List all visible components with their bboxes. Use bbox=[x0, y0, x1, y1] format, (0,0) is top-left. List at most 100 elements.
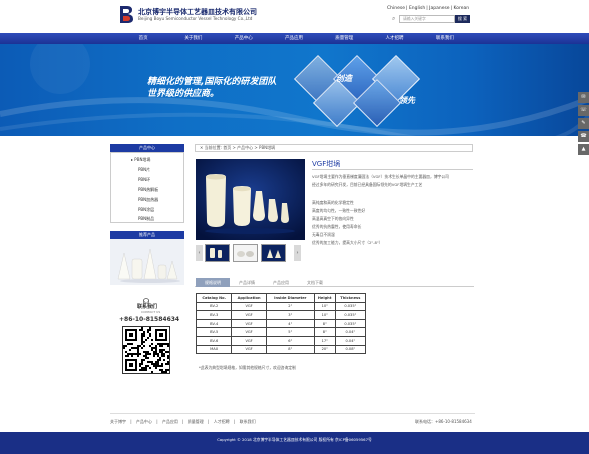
table-cell: 5" bbox=[265, 327, 315, 337]
category-item[interactable]: PBN环 bbox=[138, 177, 150, 183]
search-button[interactable]: 搜 索 bbox=[455, 15, 470, 23]
table-cell: VGF bbox=[231, 344, 267, 355]
table-cell: BV-6 bbox=[195, 335, 233, 346]
footer-link[interactable]: 人才招聘 bbox=[214, 419, 230, 424]
table-cell: 8" bbox=[313, 327, 336, 337]
category-item[interactable]: PBN涂层 bbox=[138, 207, 154, 213]
product-desc-line: 经过多年的研究开发，目前已经具备国际领先的VGF坩埚生产工艺 bbox=[312, 182, 423, 187]
footer-divider bbox=[110, 413, 475, 414]
table-cell: 6" bbox=[265, 335, 315, 346]
contact-title: 联系我们 bbox=[137, 304, 158, 310]
footer-phone: 联系电话：+86-10-81584634 bbox=[415, 419, 472, 424]
table-cell: 17" bbox=[313, 335, 336, 346]
table-cell: 20" bbox=[313, 344, 336, 355]
table-cell: 3" bbox=[265, 310, 315, 320]
table-row: BV-2 VGF 2" 10" 0.035" bbox=[195, 301, 367, 312]
message-icon[interactable]: ✉ bbox=[578, 92, 589, 103]
contact-phone: +86-10-81584634 bbox=[119, 316, 180, 323]
product-thumbnail[interactable] bbox=[205, 244, 230, 262]
breadcrumb: ✕ 当前位置: 首页 > 产品中心 > PBN坩埚 bbox=[195, 144, 473, 152]
table-cell: 0.04" bbox=[334, 335, 367, 346]
footer-link[interactable]: 联系我们 bbox=[240, 419, 256, 424]
tab-downloads[interactable]: 文档下载 bbox=[298, 278, 332, 287]
product-desc-line: VGF坩埚主要作为垂直梯度凝固法（VGF）技术生长单晶中的主要器皿，博宇公司 bbox=[312, 174, 449, 179]
spec-table: Catalog No. Application Inside Diameter … bbox=[195, 293, 367, 355]
table-row: BV-6 VGF 6" 17" 0.04" bbox=[195, 335, 367, 346]
tab-details[interactable]: 产品详情 bbox=[230, 278, 264, 287]
company-name-en: Beijing Boyu Semiconductor Vessel Techno… bbox=[138, 16, 253, 21]
floating-tools: ✉ ☏ ✎ ☎ ▲ bbox=[578, 92, 589, 157]
table-cell: 0.035" bbox=[334, 301, 367, 312]
table-cell: 8" bbox=[265, 344, 315, 355]
footer-separator: | bbox=[156, 419, 158, 424]
category-item[interactable]: PBN加热器 bbox=[138, 197, 158, 203]
footer-separator: | bbox=[130, 419, 132, 424]
hero-banner bbox=[0, 44, 589, 136]
table-cell: 0.08" bbox=[334, 344, 367, 355]
table-cell: BV-4 bbox=[195, 318, 233, 329]
thumbnail-prev-button[interactable]: ‹ bbox=[196, 245, 203, 261]
tab-specs[interactable]: 规格说明 bbox=[196, 278, 230, 287]
table-cell: 4" bbox=[265, 318, 315, 329]
recommend-product-image[interactable] bbox=[110, 239, 184, 285]
column-header: Thickness bbox=[334, 293, 367, 303]
lang-korean[interactable]: Korean bbox=[454, 6, 470, 11]
back-to-top-icon[interactable]: ▲ bbox=[578, 144, 589, 155]
wechat-icon[interactable]: ✎ bbox=[578, 118, 589, 129]
product-feature: 高度的均匀性，一致性一致性好 bbox=[312, 208, 366, 213]
table-cell: 0.035" bbox=[334, 310, 367, 320]
table-header-row: Catalog No. Application Inside Diameter … bbox=[195, 293, 367, 303]
product-main-image[interactable] bbox=[196, 159, 305, 240]
company-logo[interactable] bbox=[118, 5, 134, 24]
footer-link[interactable]: 质量管理 bbox=[188, 419, 204, 424]
tab-applications[interactable]: 产品应用 bbox=[264, 278, 298, 287]
nav-home[interactable]: 首页 bbox=[118, 33, 168, 44]
lang-japanese[interactable]: Japanese bbox=[429, 6, 449, 11]
footer-links: 关于博宇 | 产品中心 | 产品应用 | 质量管理 | 人才招聘 | 联系我们 bbox=[110, 419, 259, 425]
nav-quality[interactable]: 质量管理 bbox=[319, 33, 369, 44]
table-cell: BV-5 bbox=[195, 327, 233, 337]
product-title: VGF坩埚 bbox=[312, 160, 341, 168]
phone-icon[interactable]: ☎ bbox=[578, 131, 589, 142]
column-header: Height bbox=[313, 293, 336, 303]
product-feature: 优秀的抗热震性，使用寿命长 bbox=[312, 224, 362, 229]
table-cell: VGF bbox=[231, 318, 267, 329]
category-item[interactable]: ▸ PBN坩埚 bbox=[131, 157, 150, 163]
nav-careers[interactable]: 人才招聘 bbox=[369, 33, 419, 44]
column-header: Catalog No. bbox=[195, 293, 233, 303]
search-icon: ⌕ bbox=[392, 15, 396, 22]
category-item[interactable]: PBN片 bbox=[138, 167, 150, 173]
table-cell: 0.04" bbox=[334, 327, 367, 337]
title-divider bbox=[312, 169, 473, 170]
table-cell: MAX bbox=[195, 344, 233, 355]
table-cell: BV-2 bbox=[195, 301, 233, 312]
product-feature: 无毒且不润湿 bbox=[312, 232, 335, 237]
product-thumbnail[interactable] bbox=[261, 244, 286, 262]
nav-contact[interactable]: 联系我们 bbox=[420, 33, 470, 44]
nav-about[interactable]: 关于我们 bbox=[168, 33, 218, 44]
category-item[interactable]: PBN热解板 bbox=[138, 187, 158, 193]
language-switcher: Chinese| English| Japanese| Korean bbox=[387, 6, 470, 11]
product-thumbnail[interactable] bbox=[233, 244, 258, 262]
recommend-title: 推荐产品 bbox=[110, 231, 184, 239]
qq-icon[interactable]: ☏ bbox=[578, 105, 589, 116]
product-feature: 优秀的加工能力，提高大小尺寸（2"-8"） bbox=[312, 240, 383, 245]
table-cell: 8" bbox=[313, 318, 336, 329]
table-cell: 10" bbox=[313, 301, 336, 312]
footer-link[interactable]: 产品中心 bbox=[136, 419, 152, 424]
table-cell: VGF bbox=[231, 335, 267, 346]
product-feature: 高纯度和高的化学稳定性 bbox=[312, 200, 354, 205]
footer-link[interactable]: 产品应用 bbox=[162, 419, 178, 424]
lang-english[interactable]: English bbox=[409, 6, 425, 11]
column-header: Inside Diameter bbox=[265, 293, 315, 303]
category-item[interactable]: PBN制品 bbox=[138, 216, 154, 222]
search-input[interactable]: 请输入关键字 bbox=[399, 15, 455, 23]
contact-subtitle: CONTACT US bbox=[141, 310, 161, 314]
nav-applications[interactable]: 产品应用 bbox=[269, 33, 319, 44]
qr-code bbox=[122, 326, 170, 374]
lang-chinese[interactable]: Chinese bbox=[387, 6, 405, 11]
thumbnail-next-button[interactable]: › bbox=[294, 245, 301, 261]
footer-link[interactable]: 关于博宇 bbox=[110, 419, 126, 424]
nav-products[interactable]: 产品中心 bbox=[219, 33, 269, 44]
table-cell: 2" bbox=[265, 301, 315, 312]
